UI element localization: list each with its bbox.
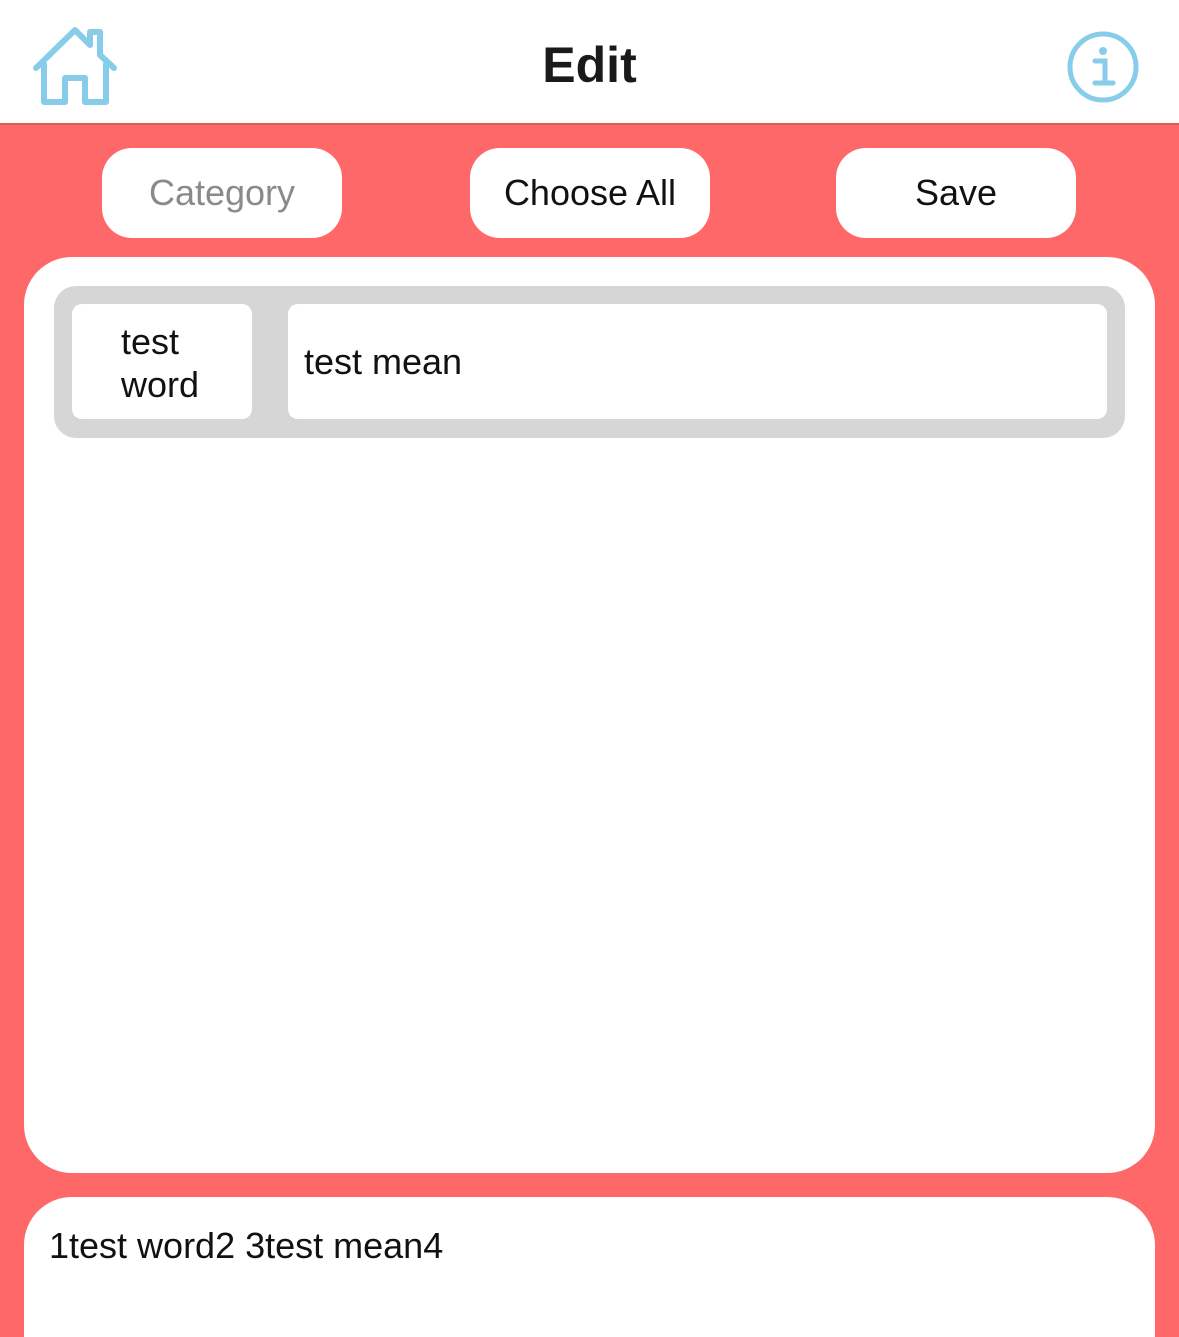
choose-all-button[interactable]: Choose All xyxy=(470,148,710,238)
word-text-line1: test xyxy=(121,321,180,362)
home-icon xyxy=(33,27,117,105)
preview-text-area[interactable]: 1test word2 3test mean4 xyxy=(24,1197,1155,1337)
preview-text: 1test word2 3test mean4 xyxy=(49,1225,444,1266)
home-button[interactable] xyxy=(30,24,120,108)
save-button[interactable]: Save xyxy=(836,148,1076,238)
meaning-text: test mean xyxy=(304,340,463,382)
info-button[interactable] xyxy=(1066,30,1140,104)
list-item[interactable]: test word test mean xyxy=(54,286,1125,438)
meaning-cell[interactable]: test mean xyxy=(288,304,1107,419)
word-text-line2: word xyxy=(121,364,200,405)
info-icon xyxy=(1067,31,1139,103)
word-list[interactable]: test word test mean xyxy=(24,257,1155,1173)
word-cell[interactable]: test word xyxy=(72,304,252,419)
page-title: Edit xyxy=(542,37,637,93)
nav-bar: Edit xyxy=(0,0,1179,125)
category-button[interactable]: Category xyxy=(102,148,342,238)
